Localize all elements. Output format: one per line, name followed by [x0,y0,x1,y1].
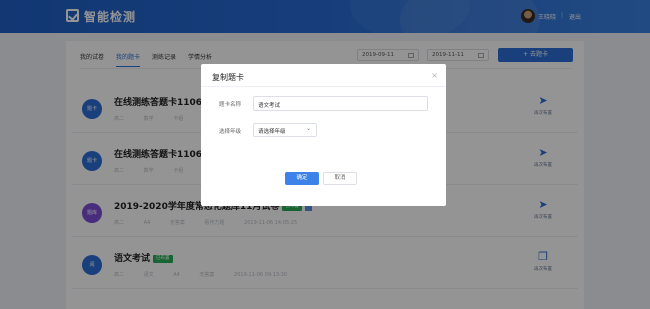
dialog-title: 复制题卡 [212,73,244,82]
card-name-label: 题卡名称 [219,102,242,108]
grade-select-value: 请选择年级 [258,129,286,135]
dialog-divider [201,86,446,87]
cancel-button[interactable]: 取消 [323,172,357,185]
grade-label: 选择年级 [219,129,242,135]
close-icon[interactable]: × [431,71,438,80]
card-name-input[interactable]: 语文考试 [253,96,428,111]
copy-card-dialog: 复制题卡 × 题卡名称 语文考试 选择年级 请选择年级 ⌄ 确定 取消 [201,64,446,206]
grade-select[interactable]: 请选择年级 ⌄ [253,123,317,137]
confirm-button[interactable]: 确定 [285,172,319,185]
chevron-down-icon: ⌄ [305,125,311,132]
